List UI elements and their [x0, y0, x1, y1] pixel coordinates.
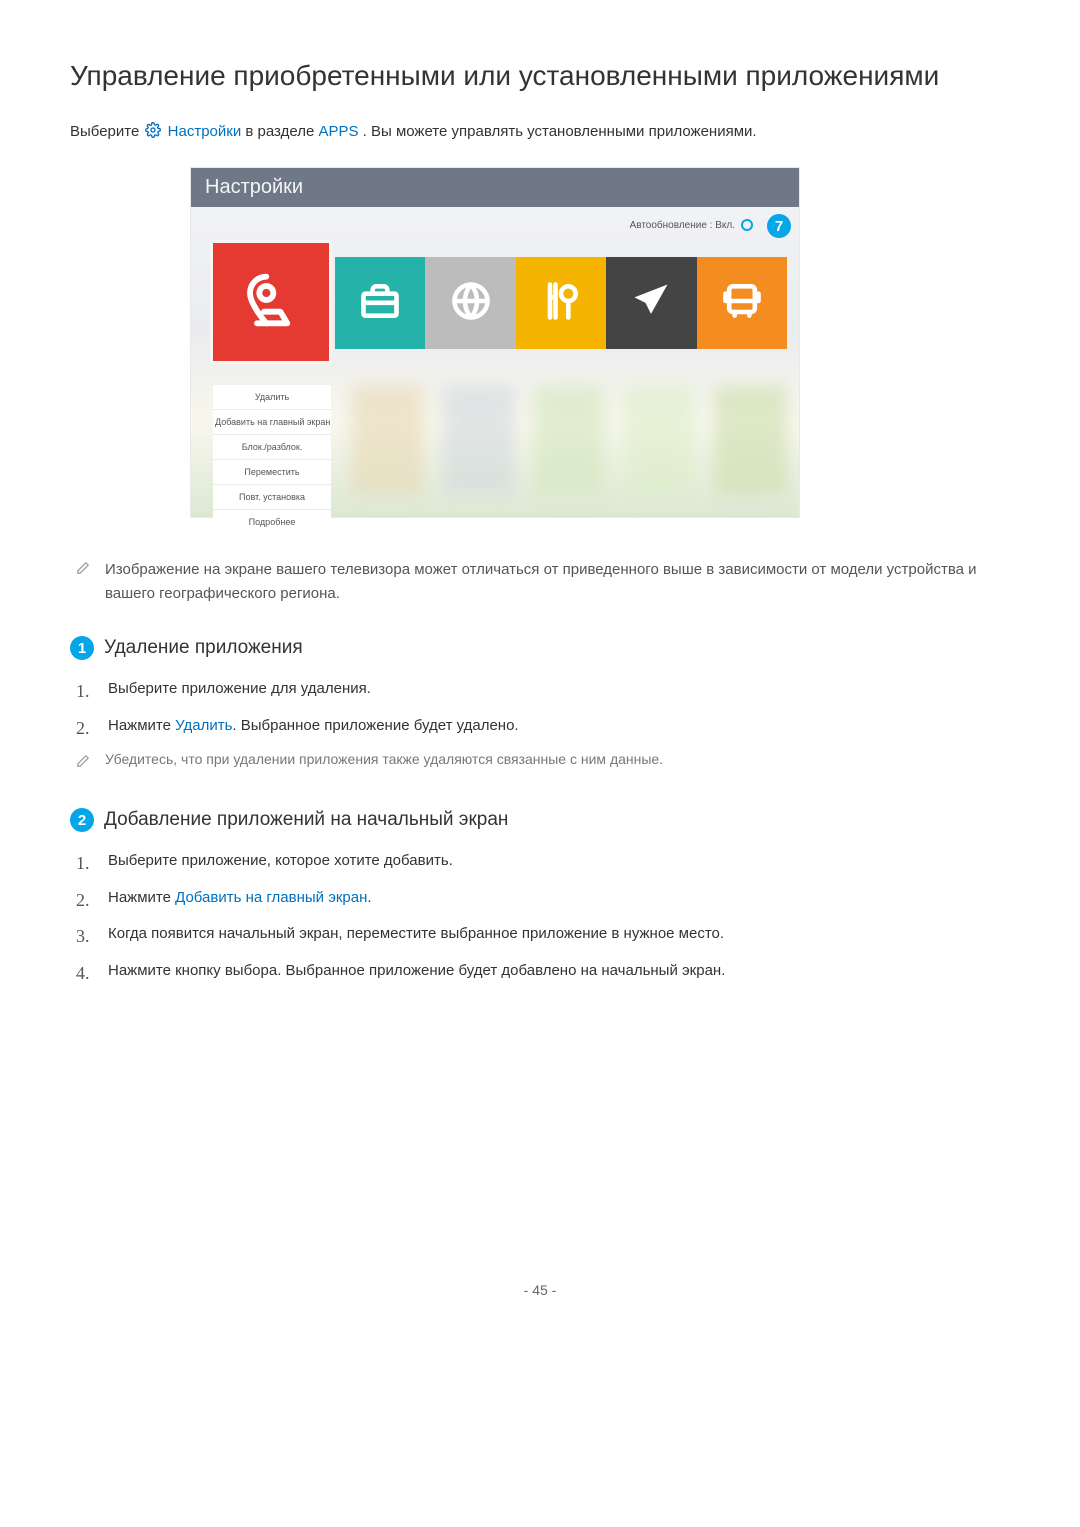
step-text: Нажмите: [108, 717, 175, 734]
callout-badge-7: 7: [767, 214, 791, 238]
step-link[interactable]: Добавить на главный экран: [175, 889, 367, 906]
tv-screenshot-panel: Настройки Автообновление : Вкл. 7 1Удали…: [190, 167, 800, 518]
pencil-icon: [76, 754, 90, 768]
context-menu-item[interactable]: 5Повт. установка: [213, 485, 331, 510]
plane-icon: [629, 279, 673, 328]
step-item: Нажмите Удалить. Выбранное приложение бу…: [76, 715, 1010, 738]
context-menu: 1Удалить2Добавить на главный экран3Блок.…: [213, 385, 331, 534]
blurred-tile: [351, 385, 424, 495]
context-menu-item[interactable]: 6Подробнее: [213, 510, 331, 534]
apps-link[interactable]: APPS: [318, 123, 358, 140]
auto-update-toggle-icon[interactable]: [741, 219, 753, 231]
app-tile-bus[interactable]: [697, 257, 787, 349]
step-text: Выберите приложение для удаления.: [108, 680, 371, 697]
ctx-label: Повт. установка: [239, 492, 305, 502]
app-tile-map-pin[interactable]: [213, 243, 329, 361]
context-menu-item[interactable]: 2Добавить на главный экран: [213, 410, 331, 435]
step-text: Нажмите: [108, 889, 175, 906]
app-tile-row: [213, 257, 787, 361]
pencil-icon: [76, 561, 90, 575]
blurred-tile: [714, 385, 787, 495]
ctx-label: Добавить на главный экран: [215, 417, 330, 427]
settings-link[interactable]: Настройки: [168, 123, 242, 140]
intro-suffix: . Вы можете управлять установленными при…: [363, 123, 757, 140]
globe-icon: [449, 279, 493, 328]
section-2-title: Добавление приложений на начальный экран: [104, 809, 508, 831]
page-number: - 45 -: [70, 1282, 1010, 1298]
step-item: Когда появится начальный экран, перемест…: [76, 923, 1010, 946]
step-text: . Выбранное приложение будет удалено.: [232, 717, 518, 734]
context-menu-item[interactable]: 1Удалить: [213, 385, 331, 410]
step-text: Когда появится начальный экран, перемест…: [108, 925, 724, 942]
tv-body: Автообновление : Вкл. 7 1Удалить2Добавит…: [191, 207, 799, 517]
intro-prefix: Выберите: [70, 123, 143, 140]
section-2-head: 2 Добавление приложений на начальный экр…: [70, 808, 1010, 832]
intro-mid: в разделе: [245, 123, 318, 140]
app-tile-plane[interactable]: [606, 257, 696, 349]
auto-update-label: Автообновление : Вкл.: [630, 220, 735, 231]
section-1-title: Удаление приложения: [104, 637, 303, 659]
section-2-steps: Выберите приложение, которое хотите доба…: [70, 850, 1010, 982]
step-text: Выберите приложение, которое хотите доба…: [108, 852, 453, 869]
gear-icon: [145, 122, 161, 142]
page-title: Управление приобретенными или установлен…: [70, 60, 1010, 92]
note-disclaimer: Изображение на экране вашего телевизора …: [70, 558, 1010, 606]
context-menu-item[interactable]: 3Блок./разблок.: [213, 435, 331, 460]
step-item: Выберите приложение, которое хотите доба…: [76, 850, 1010, 873]
blurred-tile: [533, 385, 606, 495]
section-1-head: 1 Удаление приложения: [70, 636, 1010, 660]
bus-icon: [720, 279, 764, 328]
step-text: .: [367, 889, 371, 906]
ctx-label: Подробнее: [249, 517, 296, 527]
section-1-steps: Выберите приложение для удаления. Нажмите…: [70, 678, 1010, 737]
callout-badge-2: 2: [70, 808, 94, 832]
app-tile-globe[interactable]: [425, 257, 515, 349]
step-link[interactable]: Удалить: [175, 717, 232, 734]
map-pin-icon: [243, 272, 299, 333]
ctx-label: Переместить: [244, 467, 299, 477]
app-tile-briefcase[interactable]: [335, 257, 425, 349]
blurred-apps-row: [351, 385, 787, 495]
callout-badge-1: 1: [70, 636, 94, 660]
blurred-tile: [442, 385, 515, 495]
briefcase-icon: [358, 279, 402, 328]
subnote-text: Убедитесь, что при удалении приложения т…: [105, 751, 663, 767]
note-text: Изображение на экране вашего телевизора …: [105, 558, 1010, 606]
context-menu-item[interactable]: 4Переместить: [213, 460, 331, 485]
intro-paragraph: Выберите Настройки в разделе APPS . Вы м…: [70, 122, 1010, 142]
ctx-label: Удалить: [255, 392, 289, 402]
section-1-subnote: Убедитесь, что при удалении приложения т…: [70, 751, 1010, 768]
app-tile-utensils[interactable]: [516, 257, 606, 349]
tv-header-title: Настройки: [191, 168, 799, 207]
ctx-label: Блок./разблок.: [242, 442, 303, 452]
utensils-icon: [539, 279, 583, 328]
blurred-tile: [623, 385, 696, 495]
step-item: Выберите приложение для удаления.: [76, 678, 1010, 701]
step-item: Нажмите кнопку выбора. Выбранное приложе…: [76, 960, 1010, 983]
step-item: Нажмите Добавить на главный экран.: [76, 887, 1010, 910]
step-text: Нажмите кнопку выбора. Выбранное приложе…: [108, 962, 725, 979]
auto-update-row: Автообновление : Вкл.: [630, 219, 753, 231]
